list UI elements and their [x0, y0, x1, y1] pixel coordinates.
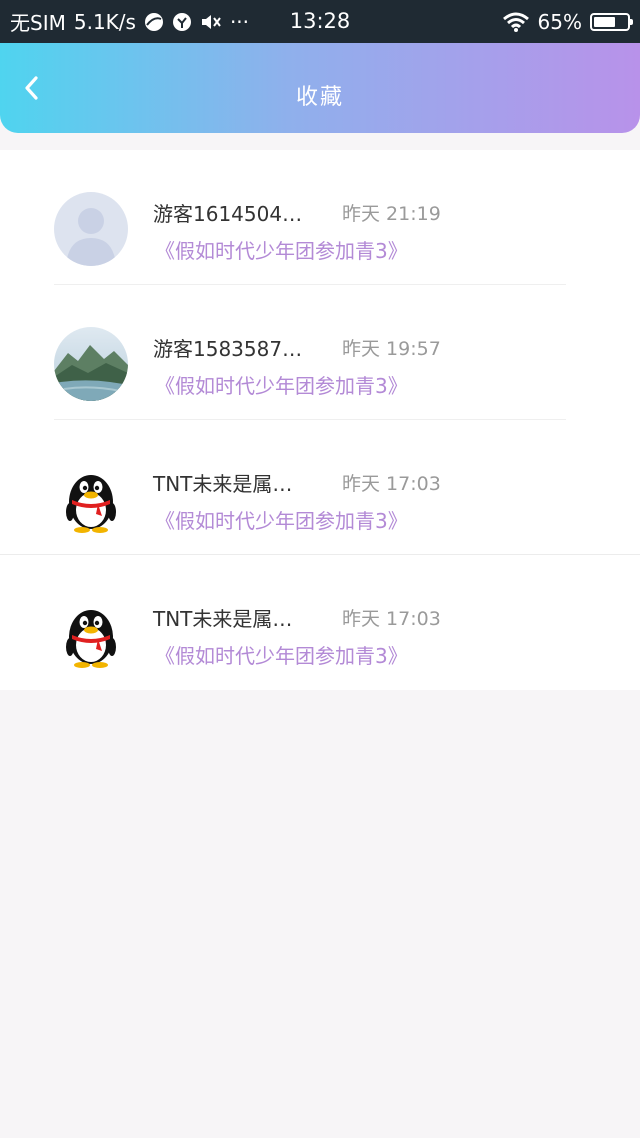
- user-name: 游客1614504…: [153, 202, 303, 226]
- timestamp: 昨天 17:03: [342, 473, 441, 495]
- page-header: 收藏: [0, 43, 640, 133]
- penguin-avatar[interactable]: [54, 462, 128, 536]
- list-item[interactable]: 游客1614504… 昨天 21:19 《假如时代少年团参加青3》: [0, 150, 640, 285]
- timestamp: 昨天 21:19: [342, 203, 441, 225]
- status-bar: 无SIM 5.1K/s ··· 13:28 65%: [0, 0, 640, 43]
- timestamp: 昨天 19:57: [342, 338, 441, 360]
- list-item[interactable]: TNT未来是属… 昨天 17:03 《假如时代少年团参加青3》: [0, 420, 640, 555]
- collection-title[interactable]: 《假如时代少年团参加青3》: [155, 505, 408, 534]
- list-item[interactable]: TNT未来是属… 昨天 17:03 《假如时代少年团参加青3》: [0, 555, 640, 690]
- wifi-icon: [502, 12, 530, 32]
- user-name: 游客1583587…: [153, 337, 303, 361]
- battery-icon: [590, 12, 633, 31]
- battery-level: [594, 16, 615, 27]
- user-name: TNT未来是属…: [153, 607, 293, 631]
- favorites-list: 游客1614504… 昨天 21:19 《假如时代少年团参加青3》 游客1583…: [0, 150, 640, 690]
- collection-title[interactable]: 《假如时代少年团参加青3》: [155, 370, 408, 399]
- list-item[interactable]: 游客1583587… 昨天 19:57 《假如时代少年团参加青3》: [0, 285, 640, 420]
- collection-title[interactable]: 《假如时代少年团参加青3》: [155, 640, 408, 669]
- penguin-avatar[interactable]: [54, 597, 128, 671]
- collection-title[interactable]: 《假如时代少年团参加青3》: [155, 235, 408, 264]
- page-title: 收藏: [295, 85, 344, 110]
- battery-percent: 65%: [537, 9, 582, 34]
- status-bar-right: 65%: [502, 0, 633, 43]
- landscape-avatar[interactable]: [54, 327, 128, 401]
- default-user-avatar[interactable]: [54, 192, 128, 266]
- timestamp: 昨天 17:03: [342, 608, 441, 630]
- user-name: TNT未来是属…: [153, 472, 293, 496]
